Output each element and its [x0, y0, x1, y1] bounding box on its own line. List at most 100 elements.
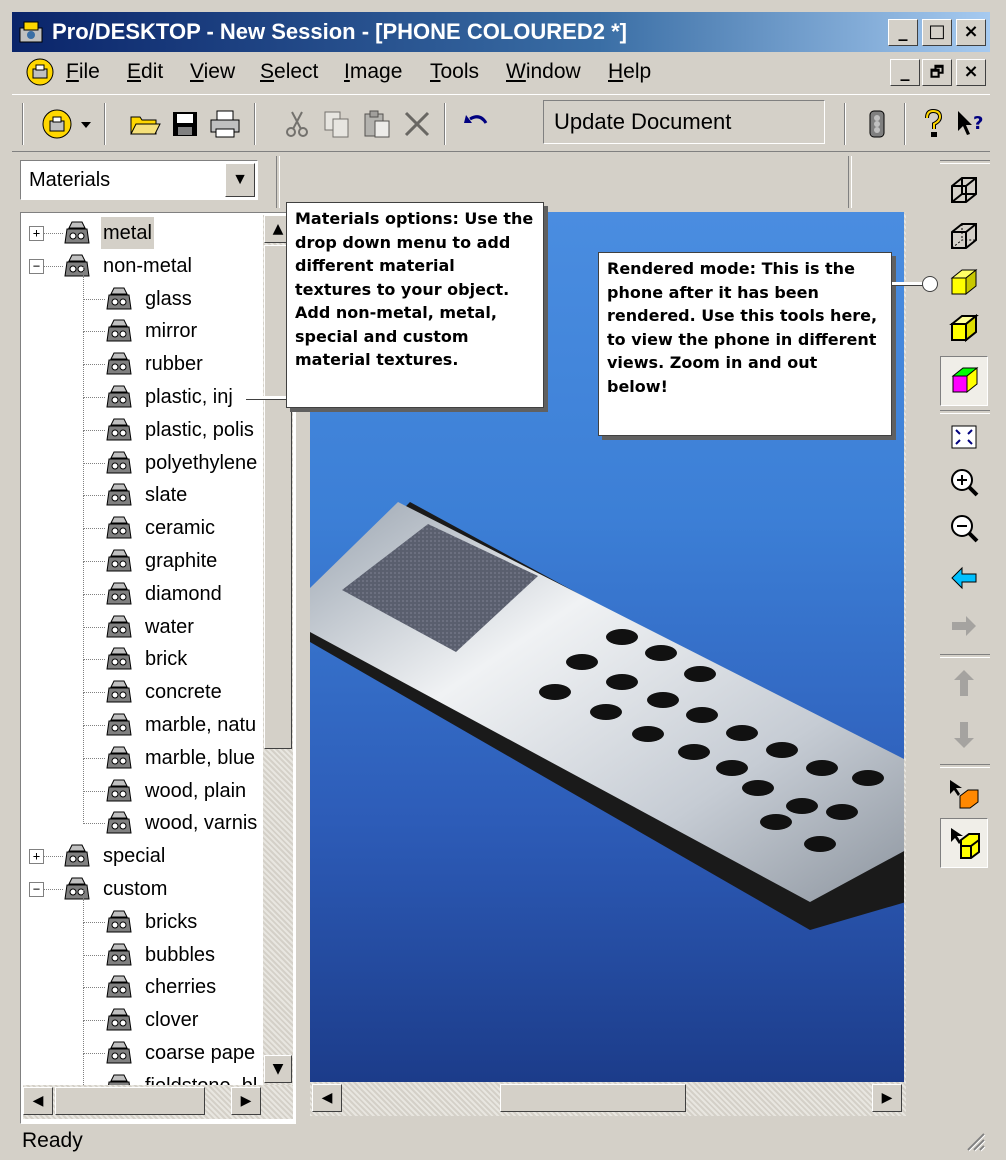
document-icon[interactable] [26, 58, 54, 86]
dropdown-arrow-icon[interactable] [76, 107, 96, 141]
save-icon[interactable] [168, 107, 202, 141]
material-icon [106, 1041, 132, 1064]
menu-image[interactable]: Image [344, 54, 402, 90]
tree-item[interactable]: concrete [21, 660, 261, 708]
tree-item[interactable]: glass [21, 266, 261, 315]
doc-minimize-button[interactable]: _ [890, 59, 920, 86]
help-icon[interactable] [916, 107, 950, 141]
toolbar-grip [940, 160, 990, 164]
hidden-line-icon[interactable] [944, 216, 984, 260]
view-selected-active[interactable] [940, 818, 988, 868]
scroll-left-button[interactable]: ◀ [312, 1084, 342, 1112]
tree-item[interactable]: marble, natu [21, 693, 261, 741]
close-button[interactable]: × [956, 19, 986, 46]
doc-close-button[interactable]: × [956, 59, 986, 86]
tree-category[interactable]: + special [21, 840, 261, 872]
expand-icon[interactable]: + [29, 226, 44, 241]
title-bar[interactable]: Pro/DESKTOP - New Session - [PHONE COLOU… [12, 12, 990, 52]
tree-item[interactable]: wood, varnis [21, 791, 261, 839]
viewport-vertical-scrollbar[interactable]: ▲ ▼ [904, 212, 906, 1082]
scroll-right-button[interactable]: ▶ [231, 1087, 261, 1115]
view-object-icon[interactable] [944, 772, 984, 816]
tree-connector [83, 266, 84, 300]
zoom-fit-icon[interactable] [944, 416, 984, 460]
menu-file[interactable]: File [66, 54, 100, 90]
menu-edit[interactable]: Edit [127, 54, 163, 90]
pan-up-icon[interactable] [944, 662, 984, 706]
tree-item[interactable]: coarse pape [21, 1021, 261, 1069]
tree-item[interactable]: graphite [21, 529, 261, 577]
tree-connector [83, 529, 84, 562]
tree-item[interactable]: ceramic [21, 496, 261, 544]
enhanced-shaded-icon[interactable] [944, 308, 984, 352]
scroll-left-button[interactable]: ◀ [23, 1087, 53, 1115]
zoom-out-icon[interactable] [944, 508, 984, 552]
scroll-down-button[interactable]: ▼ [264, 1055, 292, 1083]
tree-category[interactable]: + metal [21, 217, 261, 249]
toolbar-separator [444, 103, 446, 145]
tree-item[interactable]: water [21, 594, 261, 643]
tree-item[interactable]: diamond [21, 561, 261, 610]
zoom-in-icon[interactable] [944, 462, 984, 506]
tree-item[interactable]: cherries [21, 955, 261, 1003]
maximize-button[interactable]: □ [922, 19, 952, 46]
materials-dropdown[interactable]: Materials ▼ [20, 160, 258, 200]
expand-icon[interactable]: + [29, 849, 44, 865]
tree-connector [83, 561, 105, 562]
tree-item[interactable]: wood, plain [21, 758, 261, 807]
traffic-light-icon[interactable] [860, 107, 894, 141]
tree-horizontal-scrollbar[interactable]: ◀ ▶ [23, 1085, 293, 1119]
menu-help[interactable]: Help [608, 54, 651, 90]
pan-down-icon[interactable] [944, 712, 984, 756]
shaded-icon[interactable] [944, 262, 984, 306]
tree-item[interactable]: plastic, inj [21, 365, 261, 413]
rendered-icon [951, 366, 979, 394]
wireframe-isometric-icon[interactable] [944, 170, 984, 214]
tree-item-label: bubbles [145, 943, 216, 966]
tree-item[interactable]: bricks [21, 889, 261, 938]
tree-item[interactable]: plastic, polis [21, 397, 261, 446]
tree-item[interactable]: mirror [21, 299, 261, 347]
open-folder-icon[interactable] [128, 107, 162, 141]
app-menu-icon[interactable] [40, 107, 74, 141]
paste-icon[interactable] [360, 107, 394, 141]
scroll-thumb[interactable] [55, 1087, 205, 1115]
undo-icon[interactable] [460, 107, 494, 141]
menu-bar: File Edit View Select Image Tools Window… [12, 54, 990, 90]
tree-item[interactable]: bubbles [21, 922, 261, 971]
collapse-icon[interactable]: − [29, 882, 44, 897]
materials-tree[interactable]: + metal − non-metal glass mirror rubber plastic… [20, 212, 296, 1124]
menu-window[interactable]: Window [506, 54, 581, 90]
collapse-icon[interactable]: − [29, 258, 44, 274]
tree-item[interactable]: slate [21, 463, 261, 511]
context-help-icon[interactable]: ? [954, 107, 988, 141]
material-icon [106, 287, 132, 310]
tree-category[interactable]: − non-metal [21, 250, 261, 282]
resize-grip-icon[interactable] [964, 1130, 986, 1152]
tree-item[interactable]: clover [21, 988, 261, 1036]
menu-view[interactable]: View [190, 54, 235, 90]
print-icon[interactable] [208, 107, 242, 141]
pan-right-icon[interactable] [944, 604, 984, 648]
tree-item[interactable]: marble, blue [21, 725, 261, 774]
tree-item[interactable]: polyethylene [21, 430, 261, 479]
tree-category[interactable]: − custom [21, 873, 261, 905]
rendered-mode-active[interactable] [940, 356, 988, 406]
pan-left-icon[interactable] [944, 556, 984, 600]
cut-icon[interactable] [280, 107, 314, 141]
menu-select[interactable]: Select [260, 54, 318, 90]
tree-item-label: water [145, 615, 194, 638]
chevron-down-icon[interactable]: ▼ [225, 163, 255, 197]
minimize-button[interactable]: _ [888, 19, 918, 46]
viewport-horizontal-scrollbar[interactable]: ◀ ▶ [310, 1082, 906, 1116]
app-icon [19, 21, 43, 43]
scroll-thumb[interactable] [500, 1084, 686, 1112]
doc-restore-button[interactable]: 🗗 [922, 59, 952, 86]
scroll-right-button[interactable]: ▶ [872, 1084, 902, 1112]
copy-icon[interactable] [320, 107, 354, 141]
tree-item[interactable]: brick [21, 627, 261, 675]
update-document-button[interactable]: Update Document [543, 100, 825, 144]
delete-icon[interactable] [400, 107, 434, 141]
tree-item[interactable]: rubber [21, 332, 261, 380]
menu-tools[interactable]: Tools [430, 54, 479, 90]
